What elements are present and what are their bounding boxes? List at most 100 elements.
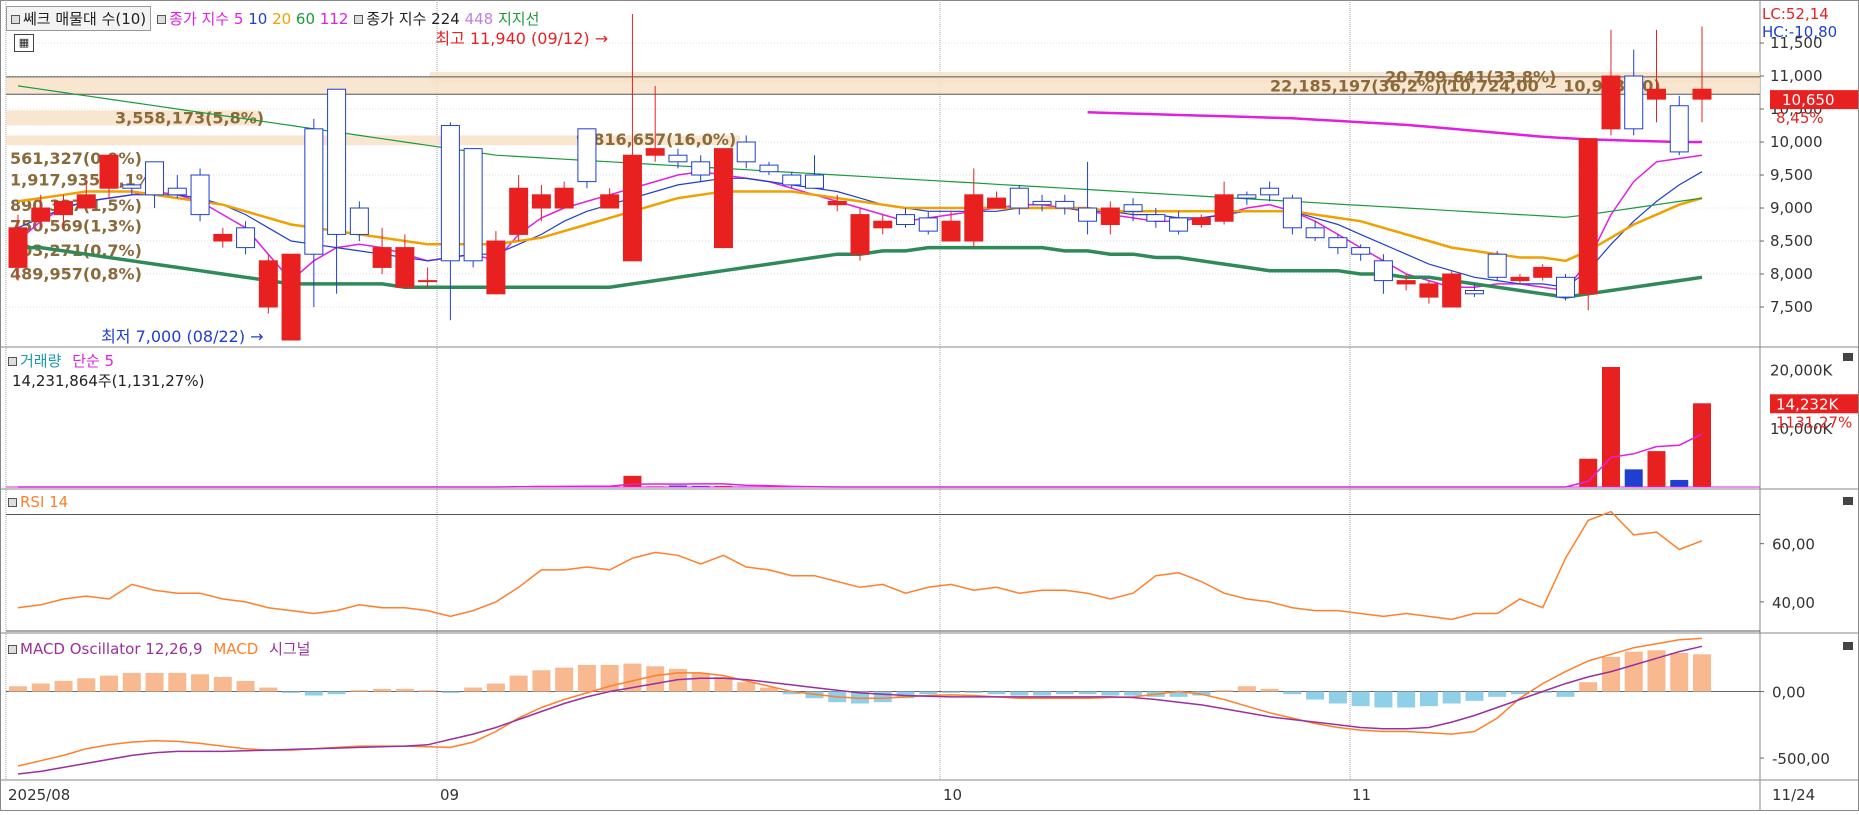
- candle-body: [987, 197, 1007, 209]
- candle-body: [1100, 207, 1120, 226]
- macd-legend[interactable]: MACD Oscillator 12,26,9 MACD 시그널: [8, 638, 310, 659]
- candle-body: [1555, 276, 1575, 298]
- x-axis-label: 10: [943, 786, 962, 804]
- ma224-label: 종가 지수 224: [366, 10, 460, 28]
- candle-body: [1533, 266, 1553, 278]
- volume-current-pct: 1131,27%: [1776, 413, 1852, 431]
- high-marker: 최고 11,940 (09/12) →: [435, 29, 608, 48]
- volume-pane-minimize-button[interactable]: [1843, 353, 1853, 361]
- price-tick-label: 8,500: [1770, 232, 1813, 250]
- macd-osc-bar: [395, 688, 414, 692]
- ma224-legend[interactable]: 종가 지수 224 448 지지선: [354, 8, 539, 29]
- ma448-label: 448: [464, 10, 494, 28]
- macd-osc-bar: [486, 683, 505, 692]
- hc-value: HC:-10,80: [1762, 23, 1838, 41]
- macd-osc-bar: [1624, 651, 1643, 692]
- rsi-legend[interactable]: RSI 14: [8, 493, 68, 511]
- candle-body: [1032, 200, 1052, 206]
- volume-title: 거래량: [20, 352, 62, 370]
- candle-body: [304, 128, 324, 255]
- candle-body: [76, 194, 96, 209]
- volume-profile-label: 9,816,657(16,0%): [576, 130, 736, 149]
- volume-bar: [1624, 469, 1643, 487]
- macd-osc-bar: [373, 688, 392, 692]
- macd-osc-title: MACD Oscillator 12,26,9: [20, 640, 203, 658]
- volume-bar: [1647, 451, 1666, 487]
- macd-toggle-icon[interactable]: [8, 645, 17, 654]
- price-tick-label: 9,500: [1770, 166, 1813, 184]
- rsi-line: [17, 510, 1703, 621]
- macd-osc-bar: [1215, 690, 1234, 692]
- candle-body: [122, 184, 142, 189]
- candle-body: [1373, 260, 1393, 282]
- candle-body: [1669, 105, 1689, 153]
- macd-osc-bar: [77, 678, 96, 692]
- ma-legend-label: 종가 지수: [169, 10, 230, 28]
- ma-legend[interactable]: 종가 지수 5 10 20 60 112: [157, 8, 348, 29]
- macd-osc-bar: [1283, 691, 1302, 695]
- candle-body: [167, 187, 187, 196]
- macd-osc-bar: [1124, 691, 1143, 696]
- rsi-toggle-icon[interactable]: [8, 498, 17, 507]
- candle-body: [258, 260, 278, 308]
- macd-osc-bar: [1328, 691, 1347, 704]
- x-axis-label: 2025/08: [8, 786, 70, 804]
- ma-toggle-icon[interactable]: [157, 15, 167, 24]
- rsi-tick-label: 60,00: [1772, 536, 1815, 554]
- volume-bar: [1670, 479, 1689, 487]
- candle-body: [1646, 88, 1666, 100]
- candle-body: [349, 207, 369, 235]
- macd-osc-bar: [1101, 691, 1120, 696]
- ma-period-60: 60: [291, 10, 316, 28]
- series-toggle-icon[interactable]: [11, 15, 20, 24]
- ma224-toggle-icon[interactable]: [354, 15, 364, 24]
- candle-body: [1123, 204, 1143, 212]
- macd-osc-bar: [555, 667, 574, 692]
- rsi-title: RSI 14: [20, 493, 69, 511]
- volume-toggle-icon[interactable]: [8, 357, 17, 366]
- macd-osc-bar: [1579, 682, 1598, 692]
- volume-ma-label: 단순 5: [72, 352, 115, 370]
- candle-body: [964, 194, 984, 242]
- price-tick-label: 9,000: [1770, 199, 1813, 217]
- macd-pane-minimize-button[interactable]: [1843, 642, 1853, 650]
- x-axis-label: 11/24: [1772, 786, 1815, 804]
- candle-body: [418, 280, 438, 283]
- volume-legend[interactable]: 거래량 단순 5: [8, 350, 114, 371]
- macd-osc-bar: [1419, 691, 1438, 707]
- macd-osc-bar: [327, 691, 346, 695]
- macd-osc-bar: [737, 682, 756, 692]
- macd-osc-bar: [646, 666, 665, 692]
- macd-osc-bar: [304, 691, 323, 696]
- volume-bar: [1601, 367, 1620, 487]
- volume-value: 14,231,864주(1,131,27%): [12, 372, 205, 390]
- candle-body: [918, 217, 938, 232]
- macd-osc-bar: [54, 680, 73, 692]
- candle-body: [1624, 75, 1644, 130]
- candle-body: [463, 148, 483, 262]
- x-axis-label: 09: [440, 786, 459, 804]
- price-legend-box[interactable]: 쎄크 매물대 수(10): [6, 6, 152, 31]
- macd-osc-bar: [919, 691, 938, 695]
- chart-canvas[interactable]: 20,709,641(33,8%)22,185,197(36,2%)(10,72…: [0, 0, 1859, 811]
- volume-bar: [1693, 403, 1711, 487]
- ma-period-112: 112: [315, 10, 349, 28]
- macd-osc-bar: [31, 683, 50, 692]
- candle-body: [804, 174, 824, 189]
- macd-osc-bar: [1306, 691, 1325, 700]
- candle-body: [1419, 283, 1439, 298]
- candle-body: [1487, 253, 1507, 278]
- price-tick-label: 8,000: [1770, 265, 1813, 283]
- candle-body: [691, 161, 711, 176]
- rsi-pane-minimize-button[interactable]: [1843, 497, 1853, 505]
- candle-body: [1009, 187, 1029, 209]
- candle-body: [1282, 197, 1302, 229]
- table-icon[interactable]: ▦: [14, 34, 34, 52]
- candle-body: [1464, 290, 1484, 295]
- candle-body: [1442, 273, 1462, 308]
- rsi-tick-label: 40,00: [1772, 594, 1815, 612]
- candle-body: [281, 253, 301, 341]
- signal-title: 시그널: [269, 640, 311, 658]
- candle-body: [1510, 276, 1530, 282]
- candle-body: [236, 227, 256, 249]
